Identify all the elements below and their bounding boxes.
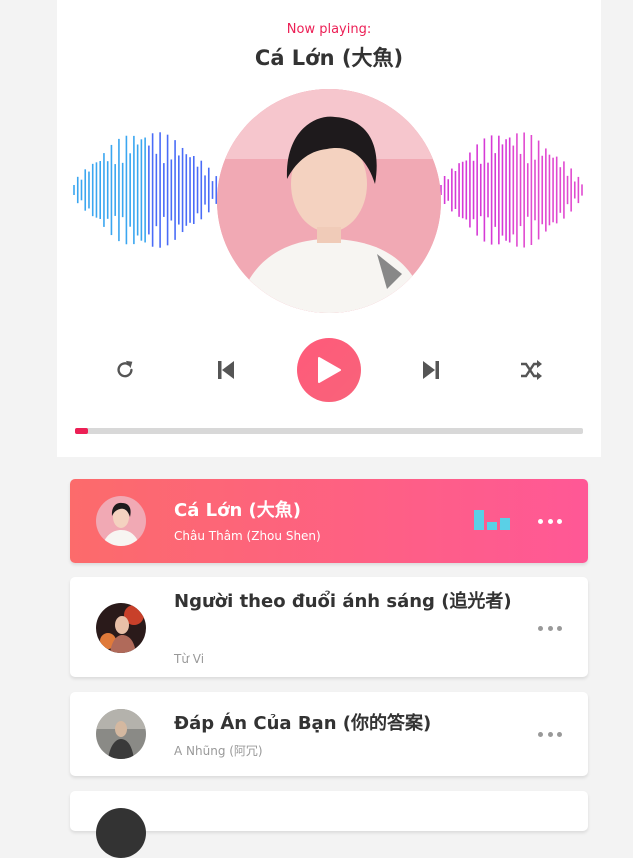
dot — [538, 625, 543, 631]
playlist-item-4[interactable] — [70, 791, 588, 858]
progress-fill — [75, 428, 89, 434]
dot — [547, 625, 553, 631]
more-options-button[interactable] — [538, 623, 562, 633]
song-thumbnail — [96, 603, 146, 653]
dot — [547, 731, 553, 737]
player-dashboard: Now playing: Cá Lớn (大魚) — [57, 0, 601, 457]
dot — [538, 731, 543, 737]
dot — [547, 518, 553, 524]
more-options-button[interactable] — [538, 729, 562, 739]
more-options-button[interactable] — [538, 516, 562, 526]
dot — [538, 518, 543, 524]
song-artist: Từ Vi — [174, 652, 205, 666]
dot — [557, 625, 562, 631]
skip-previous-icon — [218, 361, 234, 379]
song-thumbnail — [96, 808, 146, 858]
playlist-item-3[interactable]: Đáp Án Của Bạn (你的答案) A Nhũng (阿冗) — [70, 692, 588, 776]
song-thumbnail — [96, 709, 146, 759]
now-playing-label: Now playing: — [286, 22, 372, 37]
next-button[interactable] — [415, 354, 447, 386]
song-artist: A Nhũng (阿冗) — [174, 744, 263, 758]
song-thumbnail — [96, 496, 146, 546]
waveform-right — [440, 132, 583, 248]
shuffle-button[interactable] — [515, 354, 547, 386]
dot — [557, 731, 562, 737]
previous-button[interactable] — [210, 354, 242, 386]
song-artist: Châu Thâm (Zhou Shen) — [174, 529, 321, 543]
song-title: Cá Lớn (大魚) — [174, 500, 301, 521]
current-song-title: Cá Lớn (大魚) — [254, 46, 404, 70]
shuffle-icon — [521, 360, 542, 380]
playlist-item-2[interactable]: Người theo đuổi ánh sáng (追光者) Từ Vi — [70, 577, 588, 677]
equalizer-icon — [474, 510, 510, 530]
song-title: Người theo đuổi ánh sáng (追光者) — [174, 591, 512, 612]
repeat-icon — [117, 360, 133, 378]
repeat-button[interactable] — [109, 354, 141, 386]
waveform-left — [73, 132, 221, 248]
dot — [557, 518, 562, 524]
album-art — [217, 89, 441, 313]
playback-controls — [57, 338, 601, 402]
song-title: Đáp Án Của Bạn (你的答案) — [174, 713, 432, 734]
play-button[interactable] — [297, 338, 361, 402]
skip-next-icon — [423, 361, 439, 379]
play-icon — [318, 357, 341, 383]
progress-slider[interactable] — [75, 428, 583, 434]
playlist-item-1[interactable]: Cá Lớn (大魚) Châu Thâm (Zhou Shen) — [70, 479, 588, 563]
